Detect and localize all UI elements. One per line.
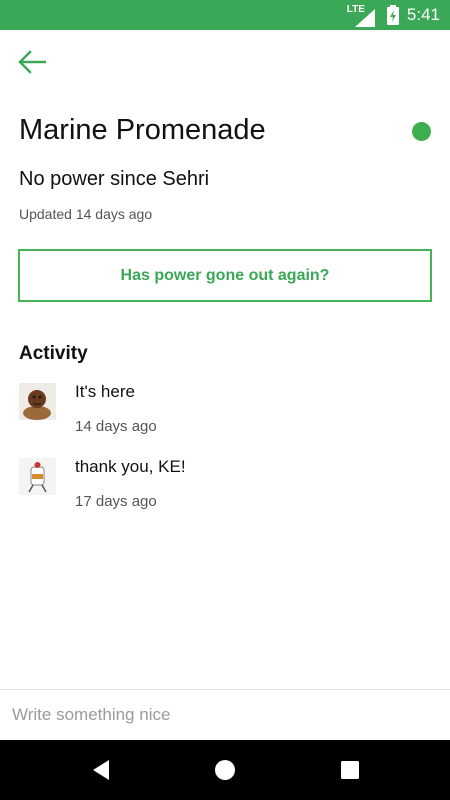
activity-message: It's here xyxy=(75,382,135,401)
lte-signal-icon: LTE xyxy=(347,4,375,27)
activity-message: thank you, KE! xyxy=(75,457,186,476)
clock: 5:41 xyxy=(406,5,440,24)
comment-input[interactable] xyxy=(0,690,450,740)
activity-time: 14 days ago xyxy=(75,418,157,435)
page-title: Marine Promenade xyxy=(19,114,266,146)
power-status-indicator xyxy=(412,122,431,141)
nav-back-button[interactable] xyxy=(89,758,113,782)
comment-composer xyxy=(0,689,450,740)
activity-time: 17 days ago xyxy=(75,493,157,510)
activity-heading: Activity xyxy=(19,343,88,364)
status-bar: LTE 5:41 xyxy=(0,0,450,30)
system-navigation-bar xyxy=(0,740,450,800)
circle-home-icon xyxy=(215,760,235,780)
updated-timestamp: Updated 14 days ago xyxy=(19,206,153,222)
avatar xyxy=(19,383,56,420)
user-avatar-icon xyxy=(19,458,56,495)
nav-home-button[interactable] xyxy=(213,758,237,782)
report-outage-button[interactable]: Has power gone out again? xyxy=(18,249,432,302)
signal-icon xyxy=(354,8,375,27)
battery-charging-icon xyxy=(386,5,399,25)
avatar xyxy=(19,458,56,495)
nav-recents-button[interactable] xyxy=(338,758,362,782)
activity-item: It's here 14 days ago xyxy=(19,382,431,442)
square-recents-icon xyxy=(341,761,359,779)
activity-item: thank you, KE! 17 days ago xyxy=(19,457,431,517)
triangle-back-icon xyxy=(93,760,109,780)
outage-description: No power since Sehri xyxy=(19,168,210,190)
user-avatar-icon xyxy=(19,383,56,420)
back-button[interactable] xyxy=(16,46,48,78)
arrow-left-icon xyxy=(18,50,46,74)
